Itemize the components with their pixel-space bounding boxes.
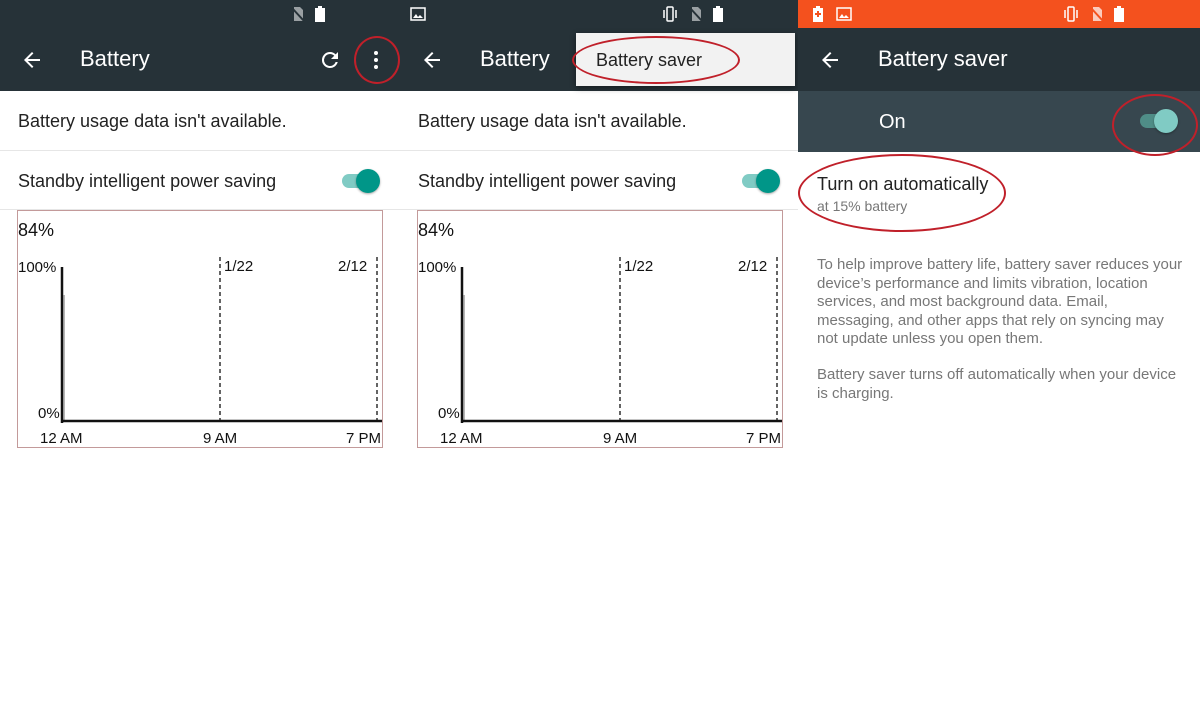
turn-on-automatically-subtitle: at 15% battery — [817, 198, 908, 214]
description-paragraph: Battery saver turns off automatically wh… — [817, 366, 1177, 402]
chart-canvas: 84% 100% 0% 1/22 2/12 12 AM 9 AM 7 PM — [18, 220, 382, 447]
battery-saver-panel: Battery saver On Turn on automatically a… — [798, 0, 1200, 713]
back-arrow-icon[interactable] — [818, 48, 842, 72]
battery-menu-panel: Battery Battery saver Battery usage data… — [400, 0, 798, 713]
date-marker-label: 1/22 — [624, 258, 653, 275]
standby-setting-row[interactable]: Standby intelligent power saving — [400, 151, 798, 210]
current-level-label: 84% — [418, 220, 454, 240]
battery-history-chart: 84% 100% 0% 1/22 2/12 12 AM 9 AM 7 PM — [17, 210, 383, 448]
toggle-thumb — [1154, 109, 1178, 133]
toggle-thumb — [756, 169, 780, 193]
back-arrow-icon[interactable] — [420, 48, 444, 72]
usage-message-row: Battery usage data isn't available. — [400, 91, 798, 151]
x-axis-label: 12 AM — [440, 430, 483, 447]
no-sim-icon — [291, 7, 305, 22]
battery-icon — [1114, 6, 1124, 22]
date-marker-label: 1/22 — [224, 258, 253, 275]
x-axis-label: 7 PM — [346, 430, 381, 447]
master-switch-bar[interactable]: On — [798, 91, 1200, 152]
x-axis-label: 9 AM — [603, 430, 637, 447]
y-axis-bottom-label: 0% — [438, 405, 460, 422]
menu-item-battery-saver[interactable]: Battery saver — [596, 50, 702, 71]
toggle-thumb — [356, 169, 380, 193]
usage-message: Battery usage data isn't available. — [418, 111, 687, 131]
date-marker-label: 2/12 — [738, 258, 767, 275]
x-axis-label: 12 AM — [40, 430, 83, 447]
date-marker-label: 2/12 — [338, 258, 367, 275]
usage-message-row: Battery usage data isn't available. — [0, 91, 400, 151]
battery-history-chart: 84% 100% 0% 1/22 2/12 12 AM 9 AM 7 PM — [417, 210, 783, 448]
y-axis-bottom-label: 0% — [38, 405, 60, 422]
more-vert-icon[interactable] — [364, 48, 388, 72]
x-axis-label: 9 AM — [203, 430, 237, 447]
image-icon — [836, 7, 852, 21]
turn-on-automatically-title[interactable]: Turn on automatically — [817, 174, 988, 195]
status-bar — [400, 0, 798, 28]
battery-saver-icon — [813, 6, 823, 22]
vibrate-icon — [663, 6, 677, 22]
y-axis-top-label: 100% — [418, 259, 456, 276]
standby-toggle[interactable] — [738, 166, 782, 196]
page-title: Battery saver — [878, 46, 1008, 71]
description-paragraph: To help improve battery life, battery sa… — [817, 256, 1183, 347]
standby-label: Standby intelligent power saving — [18, 171, 277, 191]
no-sim-icon — [1090, 7, 1104, 22]
standby-toggle[interactable] — [338, 166, 382, 196]
battery-screen-panel: Battery Battery usage data isn't availab… — [0, 0, 400, 713]
image-icon — [410, 7, 426, 21]
standby-label: Standby intelligent power saving — [418, 171, 677, 191]
current-level-label: 84% — [18, 220, 54, 240]
y-axis-top-label: 100% — [18, 259, 56, 276]
toolbar: Battery saver — [798, 28, 1200, 91]
refresh-icon[interactable] — [318, 48, 342, 72]
overflow-menu: Battery saver — [576, 33, 795, 86]
screenshot-collage: Battery Battery usage data isn't availab… — [0, 0, 1200, 713]
x-axis-label: 7 PM — [746, 430, 781, 447]
toolbar: Battery — [0, 28, 400, 91]
page-title: Battery — [80, 46, 150, 71]
vibrate-icon — [1064, 6, 1078, 22]
chart-canvas: 84% 100% 0% 1/22 2/12 12 AM 9 AM 7 PM — [418, 220, 782, 447]
battery-saver-toggle[interactable] — [1136, 106, 1180, 136]
status-bar — [798, 0, 1200, 28]
back-arrow-icon[interactable] — [20, 48, 44, 72]
battery-icon — [315, 6, 325, 22]
usage-message: Battery usage data isn't available. — [18, 111, 287, 131]
page-title: Battery — [480, 46, 550, 71]
battery-icon — [713, 6, 723, 22]
standby-setting-row[interactable]: Standby intelligent power saving — [0, 151, 400, 210]
master-switch-label: On — [879, 111, 906, 133]
no-sim-icon — [689, 7, 703, 22]
status-bar — [0, 0, 400, 28]
